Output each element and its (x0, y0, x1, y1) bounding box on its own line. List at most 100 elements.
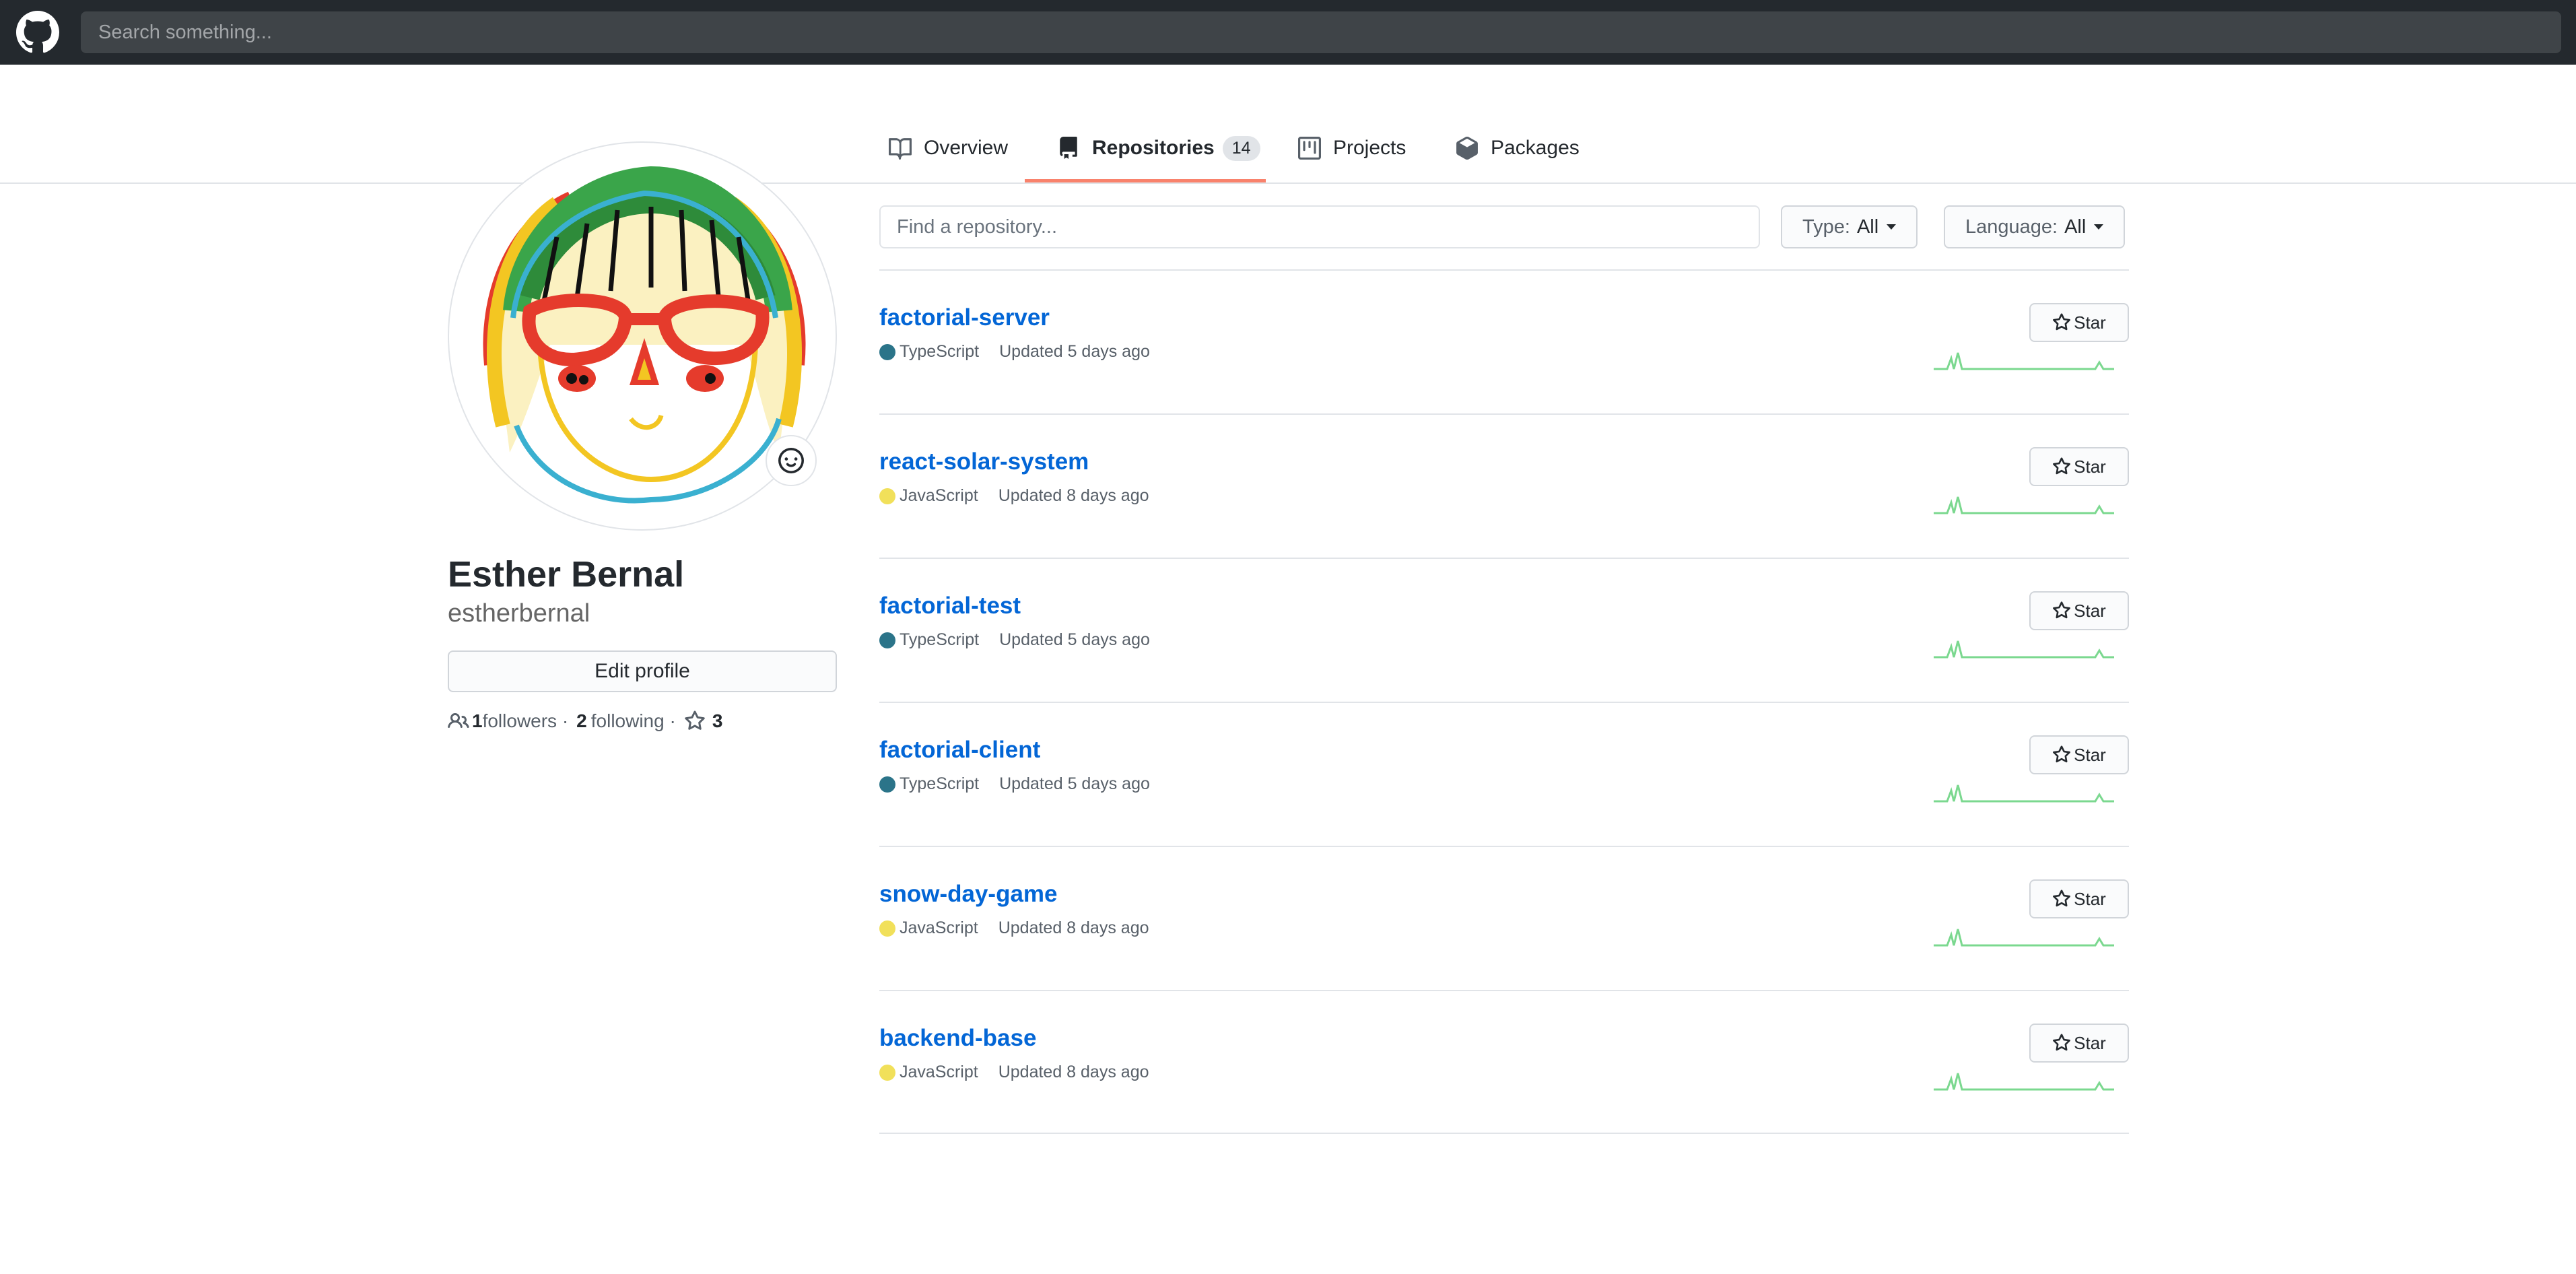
repo-name-link[interactable]: factorial-client (879, 737, 1040, 764)
tab-projects[interactable]: Projects (1298, 114, 1406, 182)
repo-language: JavaScript (900, 486, 978, 505)
star-button[interactable]: Star (2029, 303, 2129, 342)
repo-item: snow-day-game JavaScript Updated 8 days … (879, 846, 2129, 990)
star-button[interactable]: Star (2029, 879, 2129, 918)
type-filter-label: Type: (1802, 215, 1850, 238)
following-label[interactable]: following · (591, 710, 676, 732)
language-color-dot (879, 776, 895, 793)
repo-language: JavaScript (900, 1063, 978, 1081)
smiley-icon (778, 448, 804, 473)
star-icon (2053, 457, 2071, 475)
repo-language: TypeScript (900, 630, 980, 649)
people-icon (448, 712, 469, 729)
profile-login: estherbernal (448, 599, 590, 628)
top-navbar (0, 0, 2576, 65)
language-filter-value: All (2064, 215, 2087, 238)
repo-name-link[interactable]: react-solar-system (879, 448, 1089, 475)
activity-sparkline (1934, 784, 2114, 803)
repo-meta: JavaScript Updated 8 days ago (879, 486, 1149, 506)
repo-updated: Updated 8 days ago (998, 1063, 1149, 1081)
star-icon (2053, 890, 2071, 907)
repo-language: JavaScript (900, 918, 978, 937)
language-color-dot (879, 343, 895, 360)
repo-item: react-solar-system JavaScript Updated 8 … (879, 413, 2129, 558)
repo-meta: TypeScript Updated 5 days ago (879, 774, 1150, 794)
star-icon (2053, 313, 2071, 331)
repo-name-link[interactable]: snow-day-game (879, 881, 1058, 908)
repo-meta: JavaScript Updated 8 days ago (879, 918, 1149, 938)
star-icon (2053, 745, 2071, 763)
activity-sparkline (1934, 640, 2114, 659)
find-repository-input[interactable] (879, 205, 1760, 248)
caret-down-icon (2094, 224, 2104, 230)
star-icon (2053, 1034, 2071, 1051)
activity-sparkline (1934, 1073, 2114, 1091)
tab-packages-label: Packages (1491, 137, 1580, 159)
following-count[interactable]: 2 (576, 710, 587, 732)
star-button[interactable]: Star (2029, 735, 2129, 774)
language-color-dot (879, 488, 895, 504)
repo-name-link[interactable]: factorial-server (879, 304, 1050, 331)
star-button-label: Star (2074, 600, 2106, 621)
repo-name-link[interactable]: factorial-test (879, 593, 1021, 619)
repo-updated: Updated 8 days ago (998, 486, 1149, 505)
tab-overview[interactable]: Overview (889, 114, 1008, 182)
tab-repositories-label: Repositories (1092, 137, 1215, 159)
caret-down-icon (1887, 224, 1897, 230)
repo-meta: JavaScript Updated 8 days ago (879, 1063, 1149, 1082)
language-filter-label: Language: (1965, 215, 2058, 238)
repo-item: factorial-test TypeScript Updated 5 days… (879, 558, 2129, 702)
tab-repositories[interactable]: Repositories 14 (1057, 114, 1260, 182)
star-button-label: Star (2074, 744, 2106, 765)
repo-item: backend-base JavaScript Updated 8 days a… (879, 990, 2129, 1134)
activity-sparkline (1934, 929, 2114, 947)
repo-meta: TypeScript Updated 5 days ago (879, 342, 1150, 362)
set-status-button[interactable] (766, 435, 817, 486)
repo-icon (1060, 137, 1077, 159)
project-icon (1298, 137, 1321, 160)
book-icon (889, 138, 912, 160)
language-filter-button[interactable]: Language: All (1944, 205, 2126, 248)
star-button-label: Star (2074, 312, 2106, 333)
activity-sparkline (1934, 496, 2114, 514)
type-filter-button[interactable]: Type: All (1781, 205, 1918, 248)
star-button-label: Star (2074, 1032, 2106, 1053)
language-color-dot (879, 920, 895, 937)
repository-list: factorial-server TypeScript Updated 5 da… (879, 269, 2129, 1134)
star-button-label: Star (2074, 456, 2106, 477)
repo-updated: Updated 5 days ago (999, 774, 1150, 793)
star-button[interactable]: Star (2029, 1024, 2129, 1063)
star-button-label: Star (2074, 888, 2106, 909)
profile-name: Esther Bernal (448, 554, 685, 595)
tab-packages[interactable]: Packages (1456, 114, 1580, 182)
language-color-dot (879, 632, 895, 648)
edit-profile-button[interactable]: Edit profile (448, 650, 837, 692)
star-button[interactable]: Star (2029, 591, 2129, 630)
repo-item: factorial-client TypeScript Updated 5 da… (879, 702, 2129, 846)
package-icon (1456, 137, 1478, 160)
repo-language: TypeScript (900, 774, 980, 793)
activity-sparkline (1934, 352, 2114, 370)
repo-language: TypeScript (900, 342, 980, 361)
star-icon (684, 710, 705, 730)
repo-item: factorial-server TypeScript Updated 5 da… (879, 269, 2129, 413)
repo-updated: Updated 8 days ago (998, 918, 1149, 937)
follow-stats: 1 followers · 2 following · 3 (448, 710, 722, 732)
avatar-container (448, 141, 837, 531)
repo-updated: Updated 5 days ago (999, 630, 1150, 649)
followers-label[interactable]: followers · (483, 710, 569, 732)
followers-count[interactable]: 1 (472, 710, 483, 732)
repo-name-link[interactable]: backend-base (879, 1025, 1036, 1052)
star-icon (2053, 601, 2071, 619)
star-button[interactable]: Star (2029, 447, 2129, 486)
github-logo-icon[interactable] (16, 11, 59, 54)
repo-updated: Updated 5 days ago (999, 342, 1150, 361)
tab-overview-label: Overview (924, 137, 1009, 159)
repo-meta: TypeScript Updated 5 days ago (879, 630, 1150, 650)
tabs-divider (0, 182, 2576, 184)
stars-count[interactable]: 3 (712, 710, 723, 732)
tab-projects-label: Projects (1333, 137, 1406, 159)
type-filter-value: All (1856, 215, 1879, 238)
search-input[interactable] (81, 11, 2561, 53)
repo-count-badge: 14 (1222, 135, 1260, 161)
